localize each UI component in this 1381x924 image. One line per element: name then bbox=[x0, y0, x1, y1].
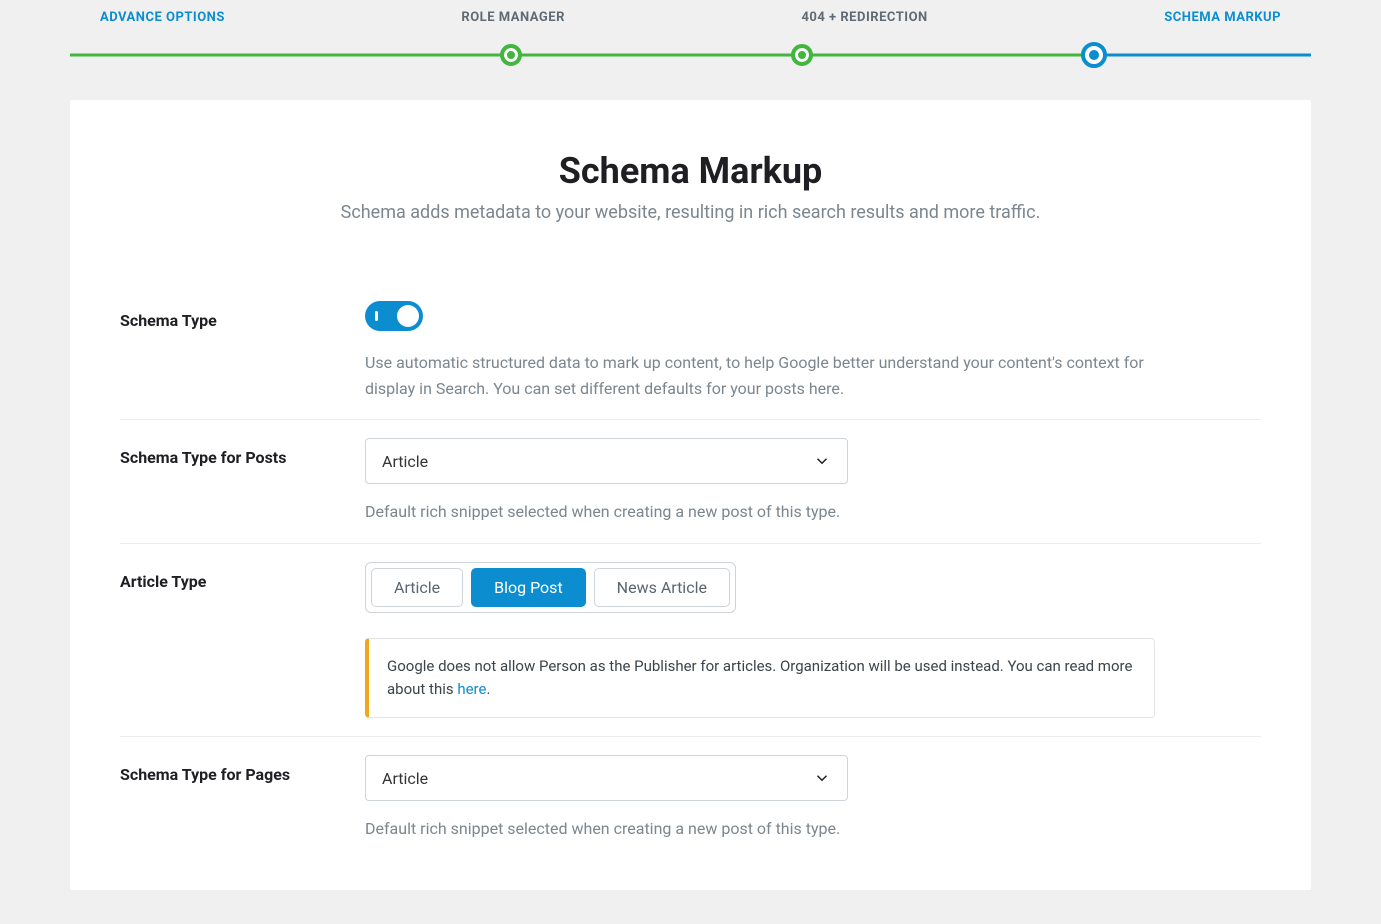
schema-type-hint: Use automatic structured data to mark up… bbox=[365, 350, 1185, 401]
notice-text: Google does not allow Person as the Publ… bbox=[387, 657, 1132, 698]
posts-schema-value: Article bbox=[382, 452, 428, 471]
step-schema-markup[interactable]: SCHEMA MARKUP bbox=[1164, 10, 1281, 25]
step-dot-schema bbox=[1081, 42, 1107, 68]
pages-schema-label: Schema Type for Pages bbox=[120, 755, 365, 842]
chevron-down-icon bbox=[813, 769, 831, 787]
article-type-article[interactable]: Article bbox=[371, 568, 463, 607]
pages-schema-hint: Default rich snippet selected when creat… bbox=[365, 816, 1185, 842]
article-type-notice: Google does not allow Person as the Publ… bbox=[365, 638, 1155, 719]
step-role-manager[interactable]: ROLE MANAGER bbox=[461, 10, 565, 25]
row-pages-schema: Schema Type for Pages Article Default ri… bbox=[120, 737, 1261, 860]
settings-card: Schema Markup Schema adds metadata to yo… bbox=[70, 100, 1311, 890]
article-type-newsarticle[interactable]: News Article bbox=[594, 568, 730, 607]
posts-schema-label: Schema Type for Posts bbox=[120, 438, 365, 525]
step-advance-options[interactable]: ADVANCE OPTIONS bbox=[100, 10, 225, 25]
step-dot-404 bbox=[791, 44, 813, 66]
pages-schema-select[interactable]: Article bbox=[365, 755, 848, 801]
row-schema-type: Schema Type Use automatic structured dat… bbox=[120, 283, 1261, 420]
page-title: Schema Markup bbox=[70, 150, 1311, 192]
pages-schema-value: Article bbox=[382, 769, 428, 788]
row-posts-schema: Schema Type for Posts Article Default ri… bbox=[120, 420, 1261, 544]
schema-type-label: Schema Type bbox=[120, 301, 365, 401]
notice-period: . bbox=[486, 680, 490, 698]
article-type-segmented: Article Blog Post News Article bbox=[365, 562, 736, 613]
posts-schema-hint: Default rich snippet selected when creat… bbox=[365, 499, 1185, 525]
page-subtitle: Schema adds metadata to your website, re… bbox=[70, 202, 1311, 223]
row-article-type: Article Type Article Blog Post News Arti… bbox=[120, 544, 1261, 738]
step-dot-role-manager bbox=[500, 44, 522, 66]
notice-link[interactable]: here bbox=[457, 680, 486, 698]
article-type-label: Article Type bbox=[120, 562, 365, 719]
schema-type-toggle[interactable] bbox=[365, 301, 423, 331]
chevron-down-icon bbox=[813, 452, 831, 470]
wizard-stepper: ADVANCE OPTIONS ROLE MANAGER 404 + REDIR… bbox=[0, 0, 1381, 60]
article-type-blogpost[interactable]: Blog Post bbox=[471, 568, 586, 607]
step-404-redirection[interactable]: 404 + REDIRECTION bbox=[801, 10, 927, 25]
posts-schema-select[interactable]: Article bbox=[365, 438, 848, 484]
